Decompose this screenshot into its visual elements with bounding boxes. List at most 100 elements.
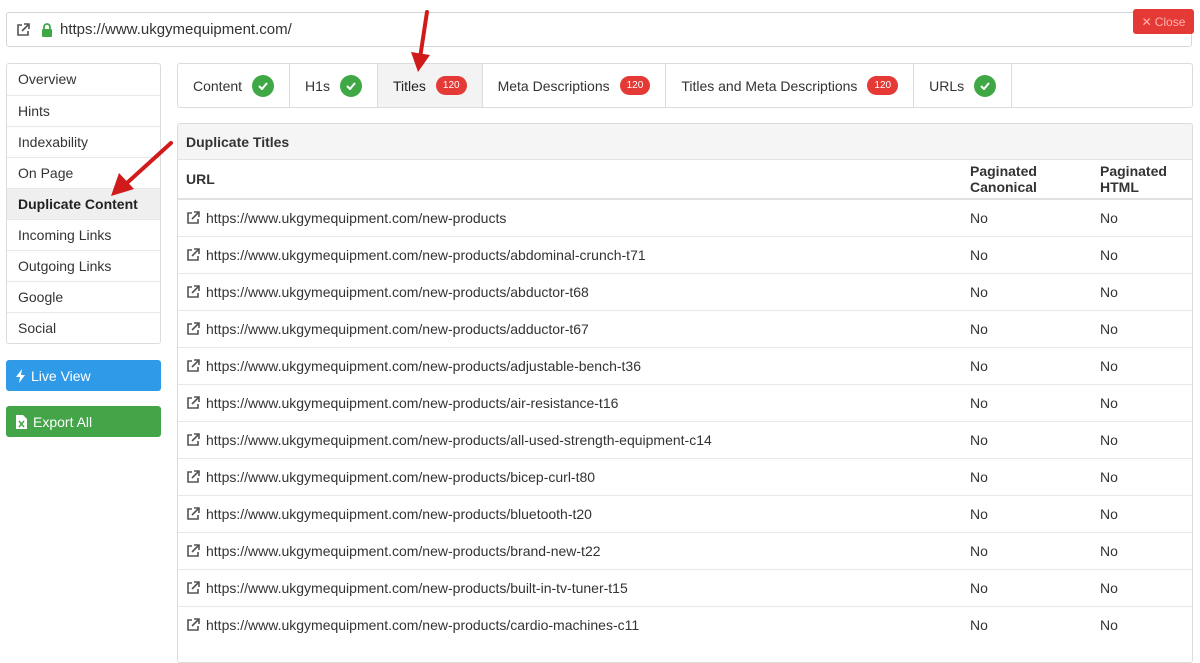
tab-meta-descriptions[interactable]: Meta Descriptions 120 <box>483 64 667 107</box>
row-url[interactable]: https://www.ukgymequipment.com/new-produ… <box>206 469 595 485</box>
row-url[interactable]: https://www.ukgymequipment.com/new-produ… <box>206 358 641 374</box>
external-link-icon[interactable] <box>186 580 200 595</box>
table-row: https://www.ukgymequipment.com/new-produ… <box>178 420 1192 458</box>
row-url[interactable]: https://www.ukgymequipment.com/new-produ… <box>206 580 628 596</box>
url-cell[interactable]: https://www.ukgymequipment.com/new-produ… <box>178 605 962 643</box>
sidebar-item-outgoing-links[interactable]: Outgoing Links <box>7 250 160 281</box>
row-url[interactable]: https://www.ukgymequipment.com/new-produ… <box>206 321 589 337</box>
table-row: https://www.ukgymequipment.com/new-produ… <box>178 272 1192 310</box>
paginated-html-cell: No <box>1092 272 1192 310</box>
sidebar-item-duplicate-content[interactable]: Duplicate Content <box>7 188 160 219</box>
paginated-canonical-cell: No <box>970 209 988 226</box>
url-cell[interactable]: https://www.ukgymequipment.com/new-produ… <box>178 346 962 384</box>
url-cell[interactable]: https://www.ukgymequipment.com/new-produ… <box>178 457 962 495</box>
url-cell[interactable]: https://www.ukgymequipment.com/new-produ… <box>178 272 962 310</box>
table-row: https://www.ukgymequipment.com/new-produ… <box>178 199 1192 236</box>
close-icon: ✕ <box>1141 14 1152 29</box>
url-cell[interactable]: https://www.ukgymequipment.com/new-produ… <box>178 309 962 347</box>
sidebar-item-hints[interactable]: Hints <box>7 95 160 126</box>
paginated-html-cell: No <box>1092 568 1192 606</box>
external-link-icon[interactable] <box>186 543 200 558</box>
external-link-icon[interactable] <box>186 358 200 373</box>
row-url[interactable]: https://www.ukgymequipment.com/new-produ… <box>206 506 592 522</box>
check-icon <box>252 74 275 97</box>
tab-content[interactable]: Content <box>178 64 291 107</box>
close-button[interactable]: ✕ Close <box>1133 9 1194 34</box>
url-cell[interactable]: https://www.ukgymequipment.com/new-produ… <box>178 235 962 273</box>
count-badge: 120 <box>619 76 651 95</box>
table-row: https://www.ukgymequipment.com/new-produ… <box>178 457 1192 495</box>
sidebar-item-incoming-links[interactable]: Incoming Links <box>7 219 160 250</box>
paginated-canonical-cell: No <box>962 420 1092 458</box>
column-header-paginated-html[interactable]: Paginated HTML <box>1092 160 1192 200</box>
tab-urls[interactable]: URLs <box>914 64 1013 107</box>
paginated-canonical-cell: No <box>962 346 1092 384</box>
paginated-html-cell: No <box>1092 531 1192 569</box>
column-header-url[interactable]: URL <box>178 160 962 200</box>
paginated-canonical-cell: No <box>962 605 1092 643</box>
tab-label: Meta Descriptions <box>497 77 610 94</box>
row-url[interactable]: https://www.ukgymequipment.com/new-produ… <box>206 543 601 559</box>
paginated-canonical-cell: No <box>962 457 1092 495</box>
address-bar[interactable]: https://www.ukgymequipment.com/ <box>6 12 1192 47</box>
table-row: https://www.ukgymequipment.com/new-produ… <box>178 383 1192 421</box>
sidebar-item-social[interactable]: Social <box>7 312 160 343</box>
tab-h1s[interactable]: H1s <box>290 64 378 107</box>
url-cell[interactable]: https://www.ukgymequipment.com/new-produ… <box>178 531 962 569</box>
tab-titles-and-meta-descriptions[interactable]: Titles and Meta Descriptions 120 <box>666 64 915 107</box>
external-link-icon[interactable] <box>186 321 200 336</box>
sidebar-item-indexability[interactable]: Indexability <box>7 126 160 157</box>
sidebar-item-google[interactable]: Google <box>7 281 160 312</box>
external-link-icon[interactable] <box>186 210 200 225</box>
row-url[interactable]: https://www.ukgymequipment.com/new-produ… <box>206 284 589 300</box>
url-cell[interactable]: https://www.ukgymequipment.com/new-produ… <box>178 568 962 606</box>
tab-label: Content <box>193 77 243 94</box>
external-link-icon[interactable] <box>186 506 200 521</box>
url-cell[interactable]: https://www.ukgymequipment.com/new-produ… <box>178 199 962 236</box>
export-all-button[interactable]: Export All <box>6 406 161 437</box>
paginated-canonical-cell: No <box>962 309 1092 347</box>
paginated-canonical-cell: No <box>962 235 1092 273</box>
paginated-canonical-cell: No <box>962 531 1092 569</box>
external-link-icon[interactable] <box>186 247 200 262</box>
live-view-label: Live View <box>31 367 91 384</box>
url-cell[interactable]: https://www.ukgymequipment.com/new-produ… <box>178 494 962 532</box>
live-view-button[interactable]: Live View <box>6 360 161 391</box>
paginated-html-cell: No <box>1092 420 1192 458</box>
row-url[interactable]: https://www.ukgymequipment.com/new-produ… <box>206 395 618 411</box>
report-tabs: Content H1s Titles 120 Meta Descriptions… <box>177 63 1193 108</box>
lock-icon <box>42 23 52 37</box>
count-badge: 120 <box>867 76 899 95</box>
check-icon <box>974 74 997 97</box>
external-link-icon[interactable] <box>16 23 30 37</box>
sidebar-item-on-page[interactable]: On Page <box>7 157 160 188</box>
row-url[interactable]: https://www.ukgymequipment.com/new-produ… <box>206 432 712 448</box>
row-url[interactable]: https://www.ukgymequipment.com/new-produ… <box>206 617 639 633</box>
tab-label: H1s <box>305 77 330 94</box>
paginated-canonical-cell: No <box>962 272 1092 310</box>
column-header-paginated-canonical[interactable]: Paginated Canonical <box>962 160 1092 200</box>
sidebar-item-overview[interactable]: Overview <box>7 64 160 95</box>
row-url[interactable]: https://www.ukgymequipment.com/new-produ… <box>206 210 506 226</box>
paginated-html-cell: No <box>1092 457 1192 495</box>
count-badge: 120 <box>435 76 467 95</box>
table-row: https://www.ukgymequipment.com/new-produ… <box>178 605 1192 643</box>
external-link-icon[interactable] <box>186 432 200 447</box>
panel-title: Duplicate Titles <box>178 124 1192 160</box>
url-cell[interactable]: https://www.ukgymequipment.com/new-produ… <box>178 420 962 458</box>
row-url[interactable]: https://www.ukgymequipment.com/new-produ… <box>206 247 646 263</box>
export-all-label: Export All <box>33 413 93 430</box>
address-url: https://www.ukgymequipment.com/ <box>60 21 292 38</box>
external-link-icon[interactable] <box>186 617 200 632</box>
paginated-html-cell: No <box>1092 309 1192 347</box>
external-link-icon[interactable] <box>186 395 200 410</box>
tab-titles[interactable]: Titles 120 <box>377 64 483 107</box>
external-link-icon[interactable] <box>186 284 200 299</box>
tab-label: URLs <box>929 77 965 94</box>
url-cell[interactable]: https://www.ukgymequipment.com/new-produ… <box>178 383 962 421</box>
paginated-canonical-cell: No <box>962 494 1092 532</box>
paginated-html-cell: No <box>1092 494 1192 532</box>
table-row: https://www.ukgymequipment.com/new-produ… <box>178 531 1192 569</box>
bolt-icon <box>16 368 25 383</box>
external-link-icon[interactable] <box>186 469 200 484</box>
